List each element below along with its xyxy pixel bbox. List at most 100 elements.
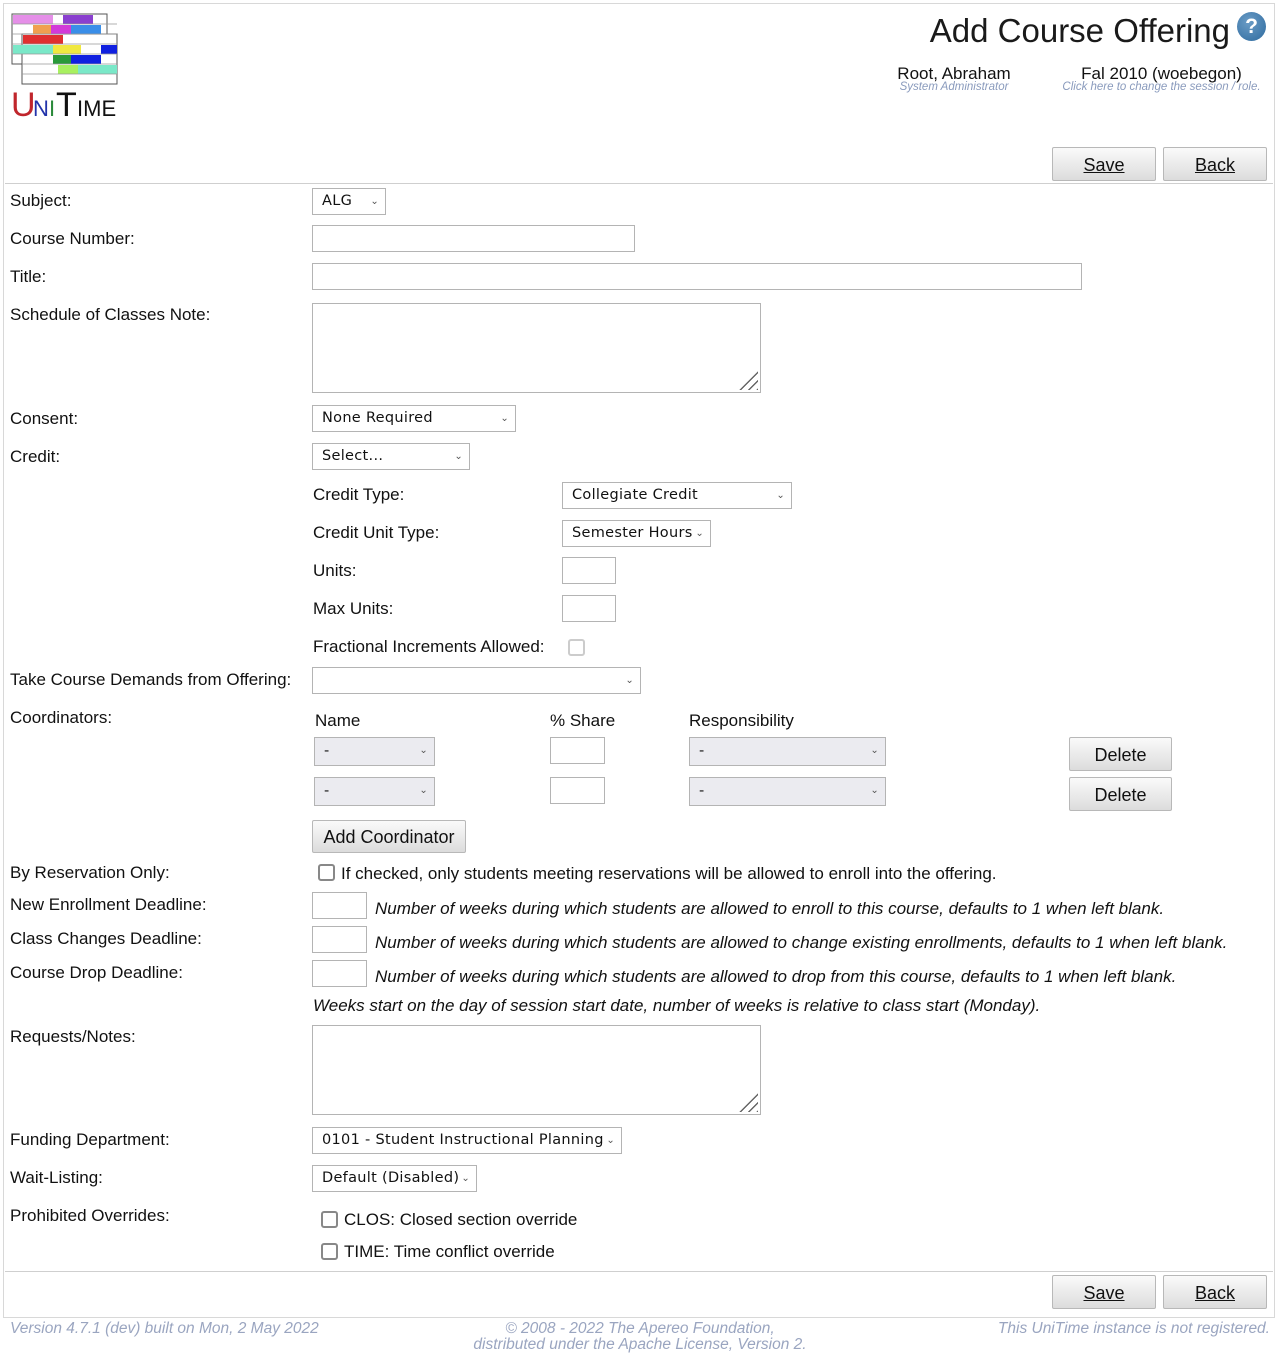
svg-text:T: T: [56, 86, 77, 123]
units-label: Units:: [313, 561, 357, 580]
time-override-checkbox[interactable]: [321, 1243, 338, 1260]
class-changes-label: Class Changes Deadline:: [10, 929, 202, 948]
weeks-note: Weeks start on the day of session start …: [313, 996, 1041, 1015]
time-override-text: TIME: Time conflict override: [344, 1242, 555, 1261]
credit-type-select[interactable]: Collegiate Credit ⌄: [562, 482, 792, 509]
coord-header-responsibility: Responsibility: [689, 711, 794, 730]
coord-header-share: % Share: [550, 711, 616, 730]
class-changes-input[interactable]: [312, 926, 367, 953]
coordinator-name-select[interactable]: - ⌄: [314, 737, 435, 766]
chevron-down-icon: ⌄: [625, 675, 634, 686]
session-info[interactable]: Fal 2010 (woebegon) Click here to change…: [1055, 64, 1268, 93]
max-units-label: Max Units:: [313, 599, 394, 618]
credit-type-value: Collegiate Credit: [572, 487, 699, 503]
subject-select[interactable]: ALG ⌄: [312, 188, 386, 215]
page-title: Add Course Offering: [929, 12, 1230, 49]
funding-department-value: 0101 - Student Instructional Planning: [322, 1132, 604, 1148]
prohibited-overrides-label: Prohibited Overrides:: [10, 1206, 170, 1225]
course-drop-input[interactable]: [312, 960, 367, 987]
course-number-label: Course Number:: [10, 229, 135, 248]
coordinator-share-input[interactable]: [550, 737, 605, 764]
save-button-bottom[interactable]: Save: [1052, 1275, 1156, 1309]
coordinator-name-value: -: [324, 743, 330, 759]
version-text: Version 4.7.1 (dev) built on Mon, 2 May …: [10, 1320, 319, 1337]
resize-grip-icon[interactable]: [738, 370, 758, 390]
add-coordinator-button[interactable]: Add Coordinator: [312, 820, 466, 853]
funding-department-label: Funding Department:: [10, 1130, 170, 1149]
registration-text: This UniTime instance is not registered.: [997, 1320, 1270, 1337]
credit-unit-type-value: Semester Hours: [572, 525, 693, 541]
consent-value: None Required: [322, 410, 433, 426]
consent-label: Consent:: [10, 409, 79, 428]
max-units-input[interactable]: [562, 595, 616, 622]
chevron-down-icon: ⌄: [454, 451, 463, 462]
svg-text:N: N: [33, 96, 49, 121]
unitime-logo[interactable]: U N I T IME: [11, 13, 121, 124]
requests-notes-textarea[interactable]: [312, 1025, 761, 1115]
by-reservation-checkbox[interactable]: [318, 864, 335, 881]
save-label: Save: [1083, 1283, 1125, 1303]
delete-label: Delete: [1094, 745, 1147, 765]
chevron-down-icon: ⌄: [606, 1135, 615, 1146]
back-label: Back: [1194, 155, 1236, 175]
new-enrollment-input[interactable]: [312, 892, 367, 919]
new-enrollment-hint: Number of weeks during which students ar…: [375, 899, 1165, 918]
coordinator-share-input[interactable]: [550, 777, 605, 804]
delete-label: Delete: [1094, 785, 1147, 805]
fractional-label: Fractional Increments Allowed:: [313, 637, 545, 656]
credit-select[interactable]: Select... ⌄: [312, 443, 470, 470]
user-role: System Administrator: [899, 81, 1009, 93]
chevron-down-icon: ⌄: [776, 490, 785, 501]
svg-text:IME: IME: [77, 96, 116, 121]
clos-override-text: CLOS: Closed section override: [344, 1210, 578, 1229]
credit-type-label: Credit Type:: [313, 485, 405, 504]
schedule-note-textarea[interactable]: [312, 303, 761, 393]
subject-value: ALG: [322, 193, 353, 209]
copyright-line-2: distributed under the Apache License, Ve…: [473, 1336, 807, 1353]
clos-override-checkbox[interactable]: [321, 1211, 338, 1228]
coordinator-name-value: -: [324, 783, 330, 799]
class-changes-hint: Number of weeks during which students ar…: [375, 933, 1228, 952]
coordinator-name-select[interactable]: - ⌄: [314, 777, 435, 806]
save-label: Save: [1083, 155, 1125, 175]
fractional-checkbox[interactable]: [568, 639, 585, 656]
credit-unit-type-select[interactable]: Semester Hours ⌄: [562, 520, 711, 547]
save-button-top[interactable]: Save: [1052, 147, 1156, 181]
credit-value: Select...: [322, 448, 384, 464]
course-number-input[interactable]: [312, 225, 635, 252]
add-coordinator-label: Add Coordinator: [323, 827, 455, 847]
requests-notes-label: Requests/Notes:: [10, 1027, 136, 1046]
chevron-down-icon: ⌄: [419, 745, 428, 756]
svg-text:U: U: [11, 86, 36, 123]
course-demands-select[interactable]: ⌄: [312, 667, 641, 694]
back-label: Back: [1194, 1283, 1236, 1303]
back-button-bottom[interactable]: Back: [1163, 1275, 1267, 1309]
back-button-top[interactable]: Back: [1163, 147, 1267, 181]
header-divider: [5, 183, 1273, 184]
svg-text:I: I: [49, 96, 55, 121]
chevron-down-icon: ⌄: [870, 785, 879, 796]
title-label: Title:: [10, 267, 47, 286]
chevron-down-icon: ⌄: [419, 785, 428, 796]
credit-label: Credit:: [10, 447, 61, 466]
wait-listing-select[interactable]: Default (Disabled) ⌄: [312, 1165, 477, 1192]
resize-grip-icon[interactable]: [738, 1092, 758, 1112]
new-enrollment-label: New Enrollment Deadline:: [10, 895, 207, 914]
consent-select[interactable]: None Required ⌄: [312, 405, 516, 432]
chevron-down-icon: ⌄: [370, 196, 379, 207]
coordinator-responsibility-select[interactable]: - ⌄: [689, 777, 886, 806]
course-drop-label: Course Drop Deadline:: [10, 963, 183, 982]
user-info[interactable]: Root, Abraham System Administrator: [894, 64, 1014, 93]
units-input[interactable]: [562, 557, 616, 584]
coordinator-responsibility-select[interactable]: - ⌄: [689, 737, 886, 766]
funding-department-select[interactable]: 0101 - Student Instructional Planning ⌄: [312, 1127, 622, 1154]
subject-label: Subject:: [10, 191, 72, 210]
help-icon[interactable]: ?: [1237, 12, 1266, 41]
coord-header-name: Name: [315, 711, 361, 730]
credit-unit-type-label: Credit Unit Type:: [313, 523, 440, 542]
title-input[interactable]: [312, 263, 1082, 290]
delete-coordinator-button[interactable]: Delete: [1069, 737, 1172, 771]
course-drop-hint: Number of weeks during which students ar…: [375, 967, 1177, 986]
delete-coordinator-button[interactable]: Delete: [1069, 777, 1172, 811]
footer-divider: [5, 1271, 1273, 1272]
